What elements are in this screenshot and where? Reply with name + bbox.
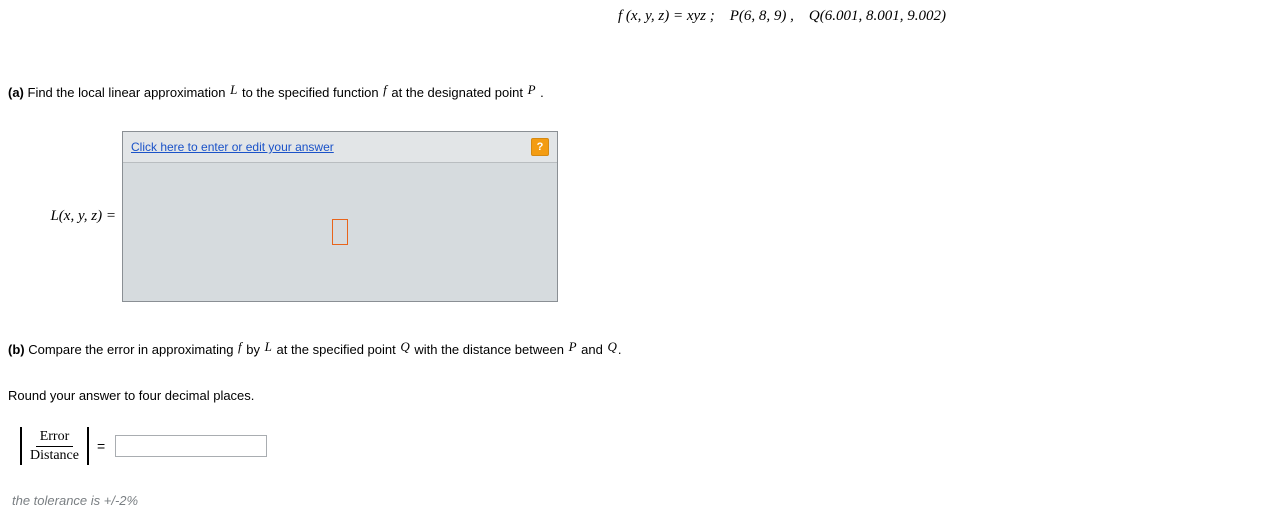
- problem-formula: f (x, y, z) = xyz ; P(6, 8, 9) , Q(6.001…: [8, 8, 1260, 25]
- answer-lhs: L(x, y, z) =: [16, 208, 122, 225]
- ratio-row: Error Distance =: [20, 427, 1260, 465]
- part-b-var-Q: Q: [400, 339, 409, 354]
- help-icon[interactable]: ?: [531, 138, 549, 156]
- rounding-note: Round your answer to four decimal places…: [8, 388, 1260, 403]
- part-a-var-P: P: [528, 82, 536, 97]
- part-a-text3: at the designated point: [388, 85, 527, 100]
- part-b-prompt: (b) Compare the error in approximating f…: [8, 342, 1260, 358]
- part-b-text4: with the distance between: [411, 342, 568, 357]
- equation-editor-header: Click here to enter or edit your answer …: [123, 132, 557, 163]
- part-a-var-L: L: [230, 82, 237, 97]
- answer-row: L(x, y, z) = Click here to enter or edit…: [16, 131, 1260, 302]
- part-b-text1: Compare the error in approximating: [25, 342, 237, 357]
- part-b-text3: at the specified point: [273, 342, 399, 357]
- error-distance-fraction: Error Distance: [26, 429, 83, 464]
- enter-answer-link[interactable]: Click here to enter or edit your answer: [131, 140, 334, 154]
- fraction-denominator: Distance: [26, 447, 83, 464]
- part-a-text1: Find the local linear approximation: [24, 85, 229, 100]
- part-b-var-f: f: [238, 339, 242, 354]
- part-b-var-P: P: [569, 339, 577, 354]
- equals-sign: =: [97, 438, 105, 454]
- part-b-var-Q2: Q: [607, 339, 616, 354]
- equation-editor[interactable]: Click here to enter or edit your answer …: [122, 131, 558, 302]
- part-b-text5: and: [578, 342, 607, 357]
- part-a-prompt: (a) Find the local linear approximation …: [8, 85, 1260, 101]
- abs-bar-right: [87, 427, 89, 465]
- part-a-text4: .: [537, 85, 544, 100]
- tolerance-note: the tolerance is +/-2%: [12, 493, 1260, 508]
- part-b-text6: .: [618, 342, 622, 357]
- formula-text: f (x, y, z) = xyz ; P(6, 8, 9) , Q(6.001…: [618, 8, 946, 24]
- ratio-answer-input[interactable]: [115, 435, 267, 457]
- part-b-text2: by: [243, 342, 264, 357]
- part-b-label: (b): [8, 342, 25, 357]
- part-a-var-f: f: [383, 82, 387, 97]
- fraction-numerator: Error: [36, 429, 74, 447]
- abs-bar-left: [20, 427, 22, 465]
- equation-editor-body[interactable]: [123, 163, 557, 301]
- part-a-label: (a): [8, 85, 24, 100]
- equation-cursor: [332, 219, 348, 245]
- part-a-text2: to the specified function: [238, 85, 382, 100]
- part-b-var-L: L: [265, 339, 272, 354]
